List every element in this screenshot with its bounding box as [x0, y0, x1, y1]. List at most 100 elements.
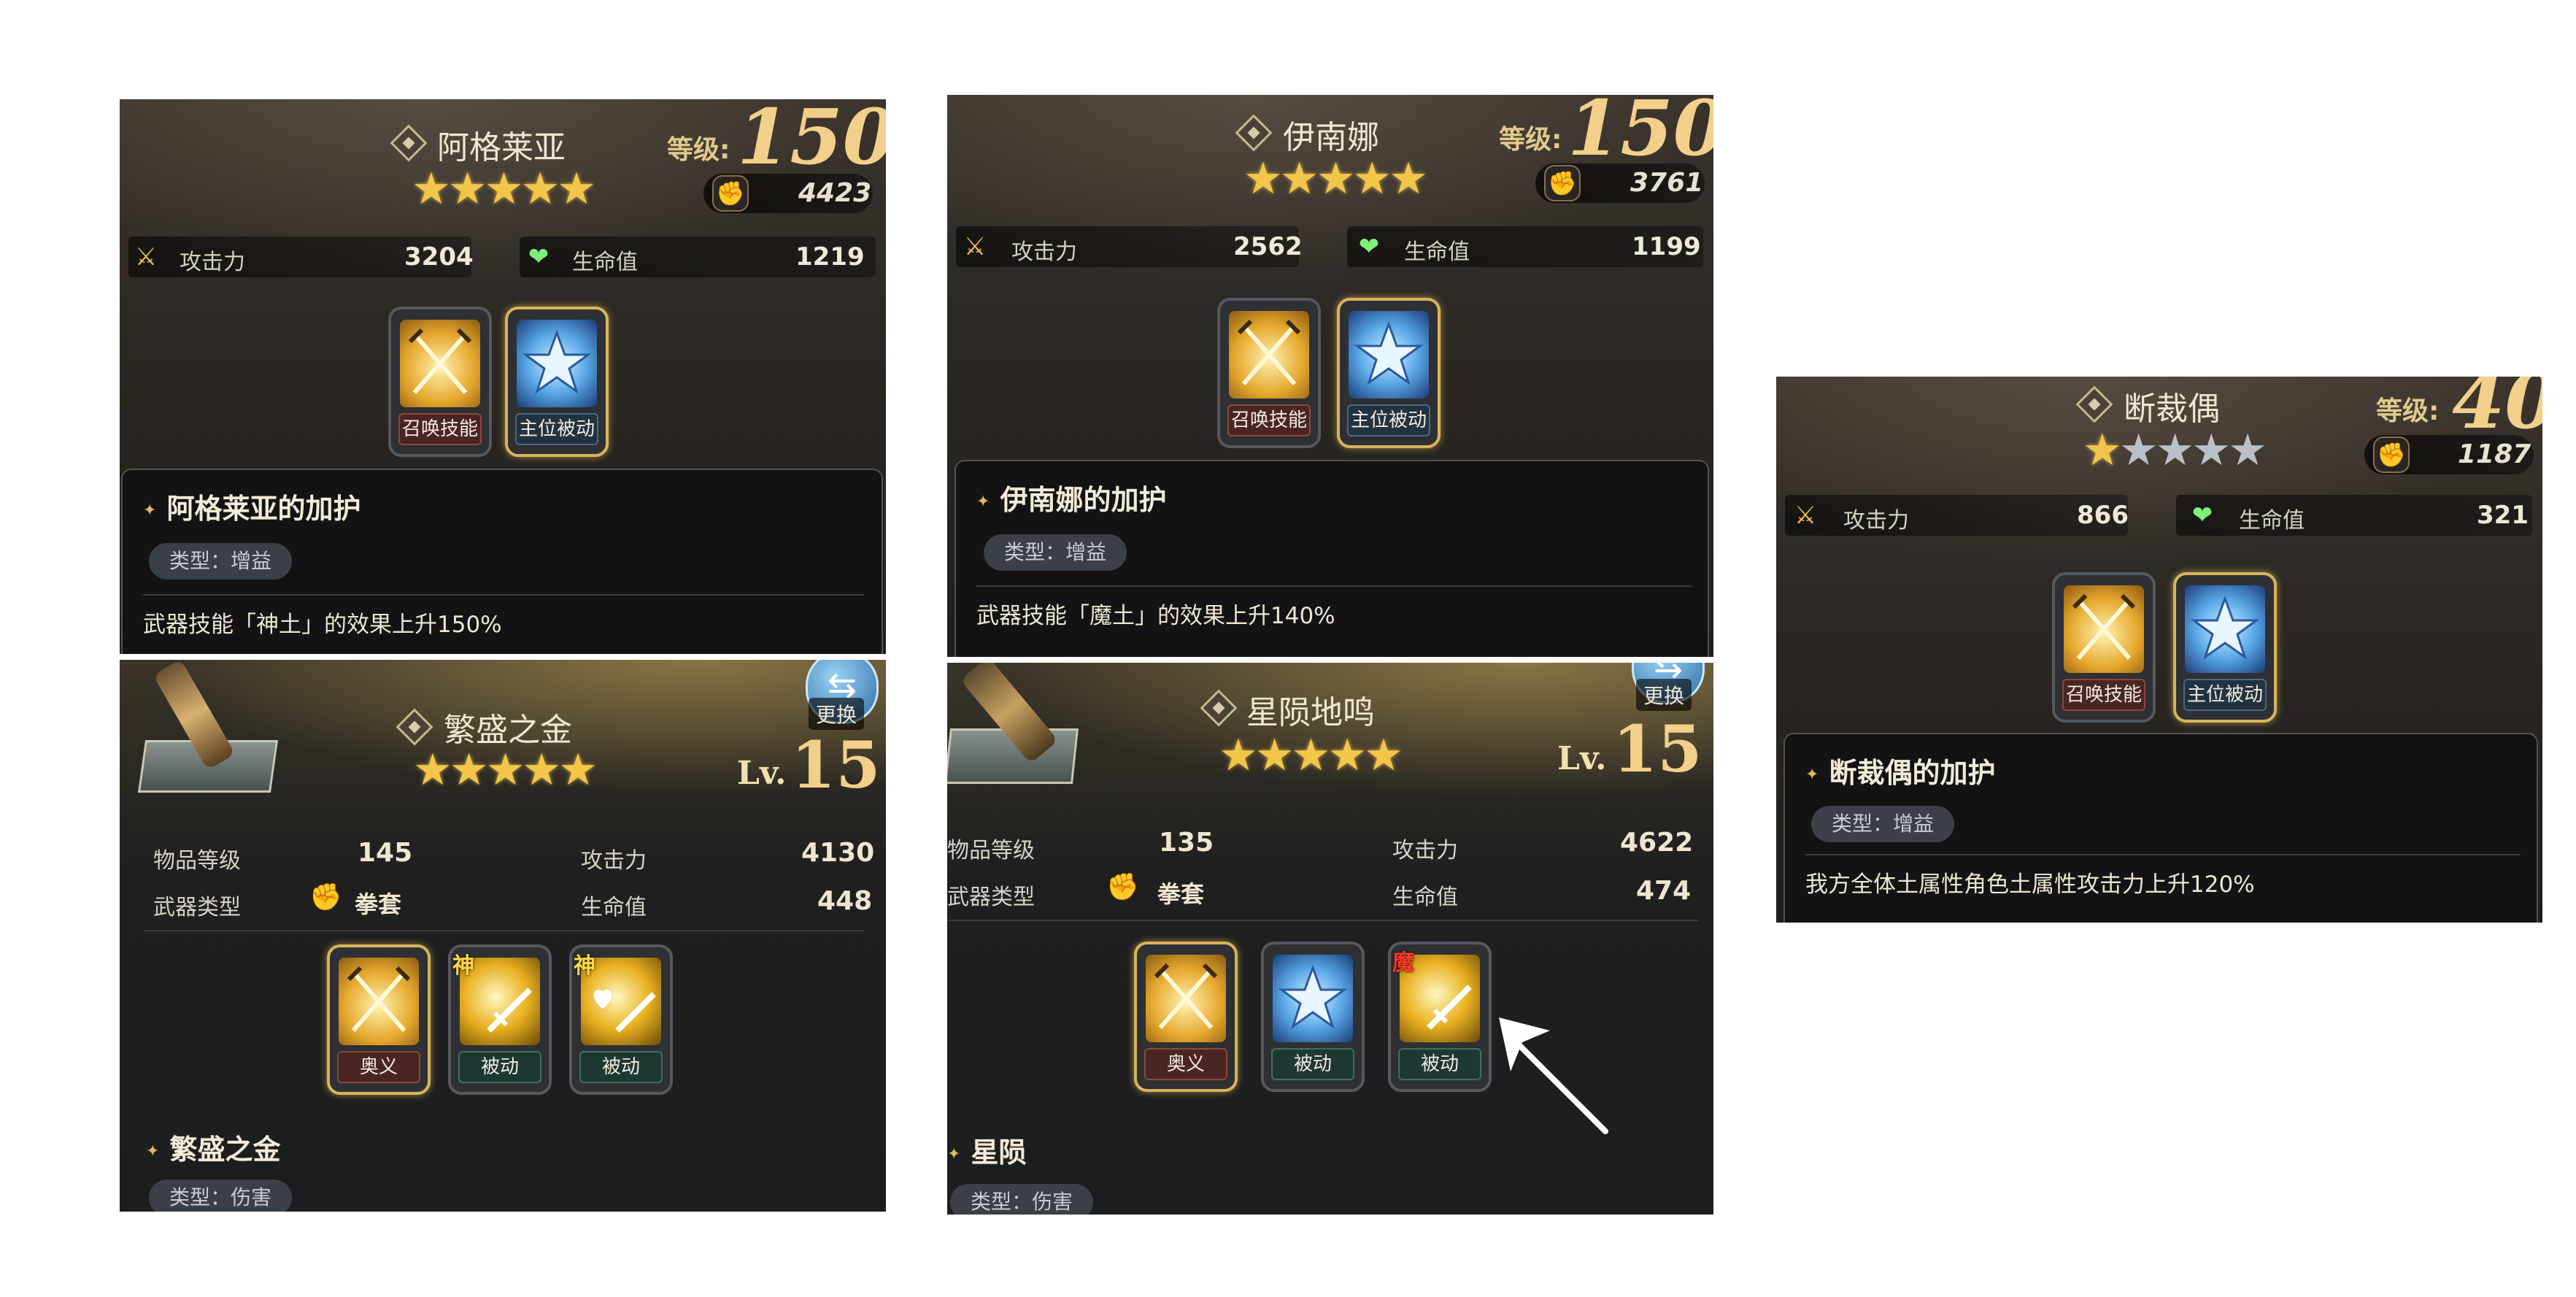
divider: [144, 930, 864, 931]
heart-icon: ❤: [1358, 232, 1380, 261]
power-value: 1187: [2458, 439, 2531, 469]
star-emblem-icon: [2185, 585, 2265, 673]
level-label: 等级:: [667, 135, 730, 165]
hp-value: 321: [2477, 501, 2529, 530]
buff-title: 阿格莱亚的加护: [143, 486, 360, 526]
character-emblem-icon: [390, 124, 428, 162]
skill-label: 召唤技能: [2062, 679, 2145, 711]
skill-passive-1[interactable]: 被动: [1261, 942, 1365, 1092]
atk-value: 4622: [1620, 828, 1694, 858]
hp-value: 1219: [795, 242, 865, 272]
level-value: 150: [737, 99, 886, 182]
weapon-panel-1: 繁盛之金 ★★★★★ ⇆ 更换 Lv. 15 物品等级 145 攻击力 4130…: [120, 660, 886, 1212]
skill-label: 奥义: [1144, 1048, 1227, 1080]
lv-value: 15: [791, 727, 881, 803]
atk-label: 攻击力: [1011, 239, 1077, 265]
skill-main-passive[interactable]: 主位被动: [505, 307, 609, 457]
weapon-stars: ★★★★★: [413, 744, 598, 796]
skill-label: 召唤技能: [398, 413, 482, 445]
character-panel-3: 断裁偶 ★★★★★ 等级: 40 ✊ 1187 ⚔ 攻击力 866 ❤ 生命值 …: [1776, 377, 2542, 923]
character-panel-2: 伊南娜 ★★★★★ 等级: 150 ✊ 3761 ⚔ 攻击力 2562 ❤ 生命…: [947, 95, 1713, 657]
tag-god: 神: [574, 953, 595, 979]
hp-label: 生命值: [572, 250, 638, 275]
item-level-value: 135: [1159, 828, 1214, 858]
star-emblem-icon: [517, 320, 597, 407]
tag-god: 神: [452, 953, 474, 979]
atk-label: 攻击力: [1392, 838, 1458, 863]
skill-label: 被动: [458, 1051, 541, 1083]
hp-label: 生命值: [581, 895, 647, 920]
character-name: 断裁偶: [2124, 390, 2220, 428]
divider: [976, 585, 1692, 587]
weapon-type-label: 武器类型: [153, 895, 241, 920]
crossed-swords-icon: [400, 320, 480, 407]
fist-icon: ✊: [712, 175, 749, 212]
swap-button[interactable]: 更换: [809, 698, 865, 730]
weapon-type-label: 武器类型: [947, 885, 1035, 910]
hp-value: 1199: [1632, 232, 1701, 261]
skill-ougi[interactable]: 奥义: [1134, 942, 1238, 1092]
power-value: 3761: [1630, 168, 1704, 198]
weapon-type-pill: 类型：伤害: [149, 1179, 293, 1212]
skill-ougi[interactable]: 奥义: [327, 944, 431, 1095]
buff-description: 武器技能「神土」的效果上升150%: [143, 612, 502, 638]
character-stars: ★★★★★: [1243, 153, 1428, 204]
buff-card: 断裁偶的加护 类型：增益 我方全体土属性角色土属性攻击力上升120%: [1783, 733, 2538, 923]
item-level-value: 145: [358, 838, 413, 868]
swap-button[interactable]: 更换: [1636, 679, 1692, 711]
buff-description: 武器技能「魔土」的效果上升140%: [976, 603, 1335, 629]
skill-summon[interactable]: 召唤技能: [2052, 572, 2156, 723]
skill-label: 奥义: [337, 1051, 420, 1083]
hp-value: 474: [1636, 876, 1692, 906]
character-name: 伊南娜: [1283, 119, 1379, 156]
item-level-label: 物品等级: [153, 848, 241, 874]
skill-summon[interactable]: 召唤技能: [388, 307, 492, 457]
heart-icon: ❤: [528, 242, 549, 272]
weapon-type-value: 拳套: [1157, 880, 1205, 908]
divider: [947, 920, 1699, 921]
crossed-swords-icon: [1146, 955, 1226, 1042]
hp-label: 生命值: [1404, 239, 1470, 265]
atk-value: 4130: [801, 838, 875, 868]
buff-card: 伊南娜的加护 类型：增益 武器技能「魔土」的效果上升140%: [955, 460, 1709, 657]
atk-value: 866: [2077, 501, 2129, 530]
level-value: 40: [2452, 377, 2542, 446]
character-stars: ★★★★★: [2083, 425, 2267, 476]
star-emblem-icon: [1349, 311, 1429, 399]
buff-type-pill: 类型：增益: [149, 543, 293, 580]
skill-main-passive[interactable]: 主位被动: [2173, 572, 2277, 723]
weapon-icon: [134, 660, 280, 798]
skill-label: 被动: [1398, 1048, 1481, 1080]
hp-value: 448: [817, 886, 873, 916]
skill-label: 被动: [1271, 1048, 1354, 1080]
divider: [1805, 854, 2521, 855]
skill-passive-2[interactable]: 神 被动: [569, 944, 673, 1095]
character-emblem-icon: [2075, 385, 2113, 423]
skill-passive-1[interactable]: 神 被动: [448, 944, 552, 1095]
skill-label: 主位被动: [1347, 404, 1430, 436]
buff-title: 伊南娜的加护: [976, 477, 1166, 517]
weapon-type-value: 拳套: [355, 890, 402, 918]
skill-label: 被动: [579, 1051, 663, 1083]
buff-type-pill: 类型：增益: [984, 534, 1127, 571]
character-emblem-icon: [1235, 114, 1273, 152]
atk-label: 攻击力: [1843, 508, 1909, 534]
weapon-stars: ★★★★★: [1219, 730, 1403, 781]
weapon-name: 星陨地鸣: [1246, 694, 1375, 731]
weapon-emblem-icon: [396, 708, 433, 746]
atk-label: 攻击力: [581, 848, 647, 874]
skill-summon[interactable]: 召唤技能: [1217, 298, 1321, 448]
atk-label: 攻击力: [180, 250, 245, 275]
star-emblem-icon: [1273, 955, 1353, 1042]
fist-icon: ✊: [2373, 436, 2410, 473]
skill-passive-2[interactable]: 魔 被动: [1388, 942, 1492, 1092]
hp-label: 生命值: [2239, 508, 2305, 534]
skill-main-passive[interactable]: 主位被动: [1337, 298, 1441, 448]
arrow-annotation-icon: [1499, 1017, 1608, 1134]
buff-card: 阿格莱亚的加护 类型：增益 武器技能「神土」的效果上升150%: [121, 469, 883, 654]
buff-type-pill: 类型：增益: [1811, 806, 1955, 842]
lv-prefix: Lv.: [737, 755, 787, 792]
attack-icon: ⚔: [963, 232, 987, 261]
power-value: 4423: [798, 178, 872, 208]
character-stars: ★★★★★: [412, 163, 596, 215]
